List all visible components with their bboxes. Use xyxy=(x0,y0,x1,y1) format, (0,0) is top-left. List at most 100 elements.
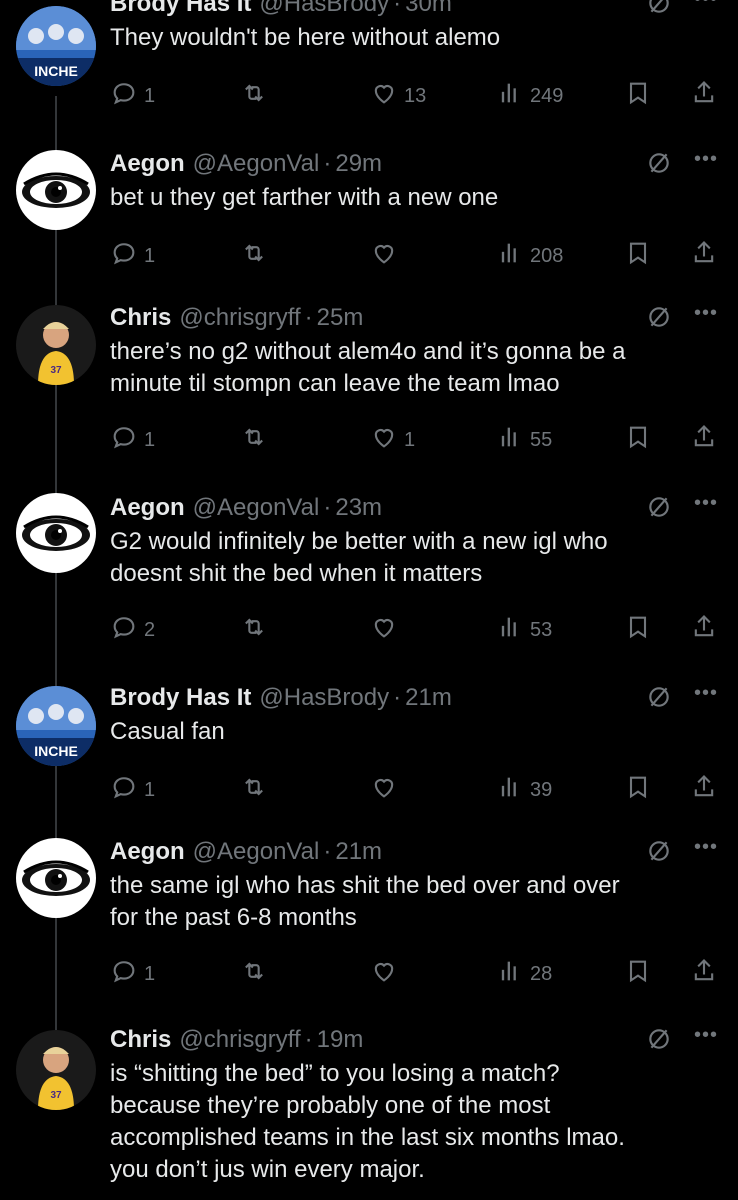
timestamp[interactable]: 29m xyxy=(335,150,382,178)
retweet-button[interactable] xyxy=(240,79,274,113)
like-button[interactable] xyxy=(370,239,404,273)
views-button[interactable]: 55 xyxy=(496,423,552,457)
share-button[interactable] xyxy=(690,773,718,807)
like-button[interactable] xyxy=(370,957,404,991)
separator-dot: · xyxy=(393,684,402,711)
display-name[interactable]: Chris xyxy=(110,1026,171,1054)
share-button[interactable] xyxy=(690,239,718,273)
handle[interactable]: @AegonVal xyxy=(193,150,320,178)
reply-button[interactable]: 1 xyxy=(110,79,155,113)
tweet-body: Brody Has It @HasBrody · 21m ••• Casual fan xyxy=(110,680,718,748)
tweet-text-line: there’s no g2 without alem4o and it’s go… xyxy=(110,338,626,365)
grok-icon[interactable] xyxy=(646,838,672,864)
retweet-button[interactable] xyxy=(240,957,274,991)
more-icon[interactable]: ••• xyxy=(694,0,718,11)
retweet-button[interactable] xyxy=(240,239,274,273)
share-icon xyxy=(690,773,718,807)
handle[interactable]: @AegonVal xyxy=(193,494,320,522)
handle[interactable]: @HasBrody xyxy=(259,684,389,712)
share-button[interactable] xyxy=(690,79,718,113)
like-button[interactable] xyxy=(370,773,404,807)
share-button[interactable] xyxy=(690,423,718,457)
bookmark-button[interactable] xyxy=(624,957,652,991)
replies-count: 1 xyxy=(144,428,156,451)
handle[interactable]: @HasBrody xyxy=(259,0,389,18)
timestamp[interactable]: 23m xyxy=(335,494,382,522)
tweet-body: Brody Has It @HasBrody·30m ••• They wouldn'… xyxy=(110,0,718,54)
tweet-body: Aegon @AegonVal · 23m ••• G2 would infinitely… xyxy=(110,490,718,590)
timestamp[interactable]: 21m xyxy=(405,684,452,712)
avatar[interactable]: INCHE xyxy=(16,686,96,766)
display-name[interactable]: Aegon xyxy=(110,838,185,866)
share-icon xyxy=(690,957,718,991)
more-icon[interactable]: ••• xyxy=(694,836,718,859)
like-button[interactable]: 1 xyxy=(370,423,415,457)
action-bar: 1 39 xyxy=(110,775,718,805)
grok-icon[interactable] xyxy=(646,304,672,330)
avatar[interactable] xyxy=(16,493,96,573)
grok-icon[interactable] xyxy=(646,0,672,16)
display-name[interactable]: Aegon xyxy=(110,150,185,178)
views-button[interactable]: 39 xyxy=(496,773,552,807)
reply-button[interactable]: 1 xyxy=(110,239,155,273)
views-button[interactable]: 28 xyxy=(496,957,552,991)
views-button[interactable]: 53 xyxy=(496,613,552,647)
retweet-button[interactable] xyxy=(240,613,274,647)
more-icon[interactable]: ••• xyxy=(694,492,718,515)
bookmark-button[interactable] xyxy=(624,773,652,807)
timestamp[interactable]: 25m xyxy=(317,304,364,332)
action-bar: 2 53 xyxy=(110,615,718,645)
bookmark-button[interactable] xyxy=(624,239,652,273)
display-name[interactable]: Chris xyxy=(110,304,171,332)
grok-icon[interactable] xyxy=(646,494,672,520)
like-icon xyxy=(370,613,398,647)
tweet-header: Brody Has It @HasBrody · 21m xyxy=(110,680,718,716)
tweet-text-line: bet u they get farther with a new one xyxy=(110,184,499,211)
timestamp[interactable]: 19m xyxy=(317,1026,364,1054)
grok-icon[interactable] xyxy=(646,1026,672,1052)
share-button[interactable] xyxy=(690,957,718,991)
display-name[interactable]: Aegon xyxy=(110,494,185,522)
timestamp[interactable]: 21m xyxy=(335,838,382,866)
share-button[interactable] xyxy=(690,613,718,647)
avatar[interactable] xyxy=(16,150,96,230)
more-icon[interactable]: ••• xyxy=(694,682,718,705)
like-button[interactable]: 13 xyxy=(370,79,426,113)
reply-button[interactable]: 1 xyxy=(110,957,155,991)
grok-icon[interactable] xyxy=(646,684,672,710)
more-icon[interactable]: ••• xyxy=(694,148,718,171)
display-name[interactable]: Brody Has It xyxy=(110,0,251,18)
handle[interactable]: @chrisgryff xyxy=(179,304,300,332)
display-name[interactable]: Brody Has It xyxy=(110,684,251,712)
tweet-text: bet u they get farther with a new one xyxy=(110,182,718,214)
tweet-text-line: doesnt shit the bed when it matters xyxy=(110,560,483,587)
avatar[interactable] xyxy=(16,838,96,918)
handle[interactable]: @chrisgryff xyxy=(179,1026,300,1054)
like-button[interactable] xyxy=(370,613,404,647)
tweet-text: They wouldn't be here without alemo xyxy=(110,22,718,54)
timestamp[interactable]: 30m xyxy=(405,0,452,18)
more-icon[interactable]: ••• xyxy=(694,302,718,325)
bookmark-button[interactable] xyxy=(624,79,652,113)
bookmark-icon xyxy=(624,957,652,991)
action-bar: 1 1 55 xyxy=(110,425,718,455)
retweet-button[interactable] xyxy=(240,423,274,457)
avatar[interactable]: 37 xyxy=(16,1030,96,1110)
retweet-button[interactable] xyxy=(240,773,274,807)
grok-icon[interactable] xyxy=(646,150,672,176)
tweet-body: Chris @chrisgryff · 19m ••• is “shitting the … xyxy=(110,1022,718,1186)
reply-button[interactable]: 2 xyxy=(110,613,155,647)
handle[interactable]: @AegonVal xyxy=(193,838,320,866)
bookmark-button[interactable] xyxy=(624,423,652,457)
bookmark-button[interactable] xyxy=(624,613,652,647)
avatar[interactable]: INCHE xyxy=(16,6,96,86)
views-button[interactable]: 249 xyxy=(496,79,563,113)
avatar[interactable]: 37 xyxy=(16,305,96,385)
likes-count: 13 xyxy=(404,84,427,107)
reply-icon xyxy=(110,613,138,647)
reply-button[interactable]: 1 xyxy=(110,423,155,457)
views-icon xyxy=(496,423,524,457)
more-icon[interactable]: ••• xyxy=(694,1024,718,1047)
reply-button[interactable]: 1 xyxy=(110,773,155,807)
views-button[interactable]: 208 xyxy=(496,239,563,273)
